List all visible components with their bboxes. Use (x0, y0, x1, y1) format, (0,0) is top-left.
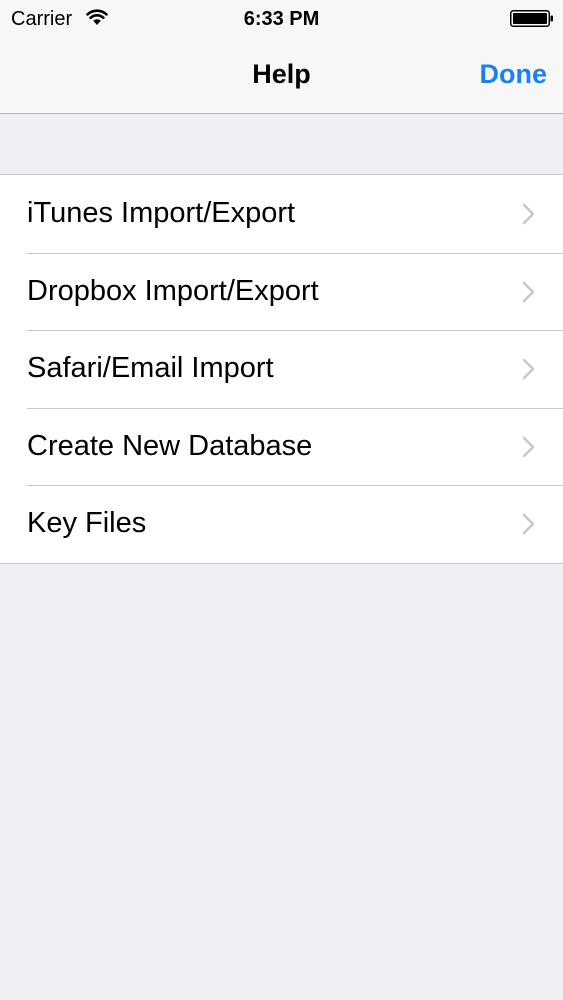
done-button[interactable]: Done (480, 57, 548, 91)
chevron-right-icon (522, 513, 535, 535)
chevron-right-icon (522, 436, 535, 457)
list-item-label: Key Files (27, 507, 147, 539)
chevron-right-icon (522, 358, 535, 380)
navigation-bar: Help Done (0, 38, 563, 114)
help-item-create-new-database[interactable]: Create New Database (0, 407, 563, 486)
help-topics-list: iTunes Import/Export Dropbox Import/Expo… (0, 174, 563, 564)
help-item-itunes-import-export[interactable]: iTunes Import/Export (0, 175, 563, 253)
list-item-label: Create New Database (27, 429, 313, 462)
list-item-label: Dropbox Import/Export (27, 274, 319, 307)
status-time: 6:33 PM (243, 8, 320, 30)
battery-full-icon (510, 10, 553, 27)
help-screen: Carrier 6:33 PM Help Done iTunes Import/… (0, 0, 563, 1000)
list-item-label: Safari/Email Import (27, 352, 274, 384)
chevron-right-icon (522, 203, 535, 225)
list-item-label: iTunes Import/Export (27, 197, 296, 229)
help-item-key-files[interactable]: Key Files (0, 485, 563, 563)
chevron-right-icon (522, 281, 535, 302)
help-item-dropbox-import-export[interactable]: Dropbox Import/Export (0, 252, 563, 331)
help-item-safari-email-import[interactable]: Safari/Email Import (0, 330, 563, 408)
status-bar: Carrier 6:33 PM (0, 0, 563, 38)
